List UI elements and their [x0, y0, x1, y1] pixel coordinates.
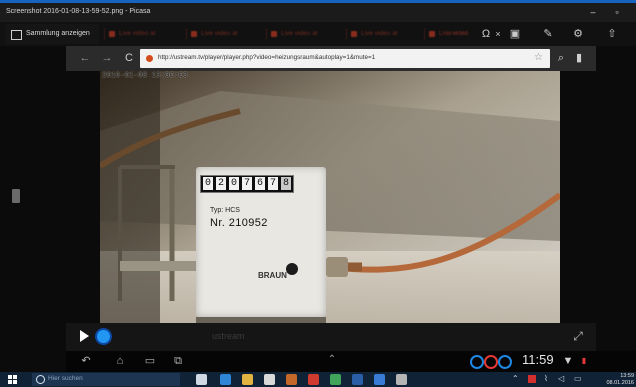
tray-clock[interactable]: 13:59 08.01.2016: [606, 373, 634, 386]
window-titlebar: Screenshot 2016-01-08-13-59-52.png - Pic…: [0, 3, 636, 22]
tab-favicon-icon: [351, 31, 357, 37]
tab-live-video-6[interactable]: Live vid: [432, 28, 472, 40]
calculator-icon[interactable]: [374, 374, 385, 385]
search-placeholder: Hier suchen: [48, 375, 83, 382]
meter-model: Typ: HCS: [210, 207, 240, 214]
meter-digit: 0: [203, 177, 213, 190]
tab-favicon-icon: [109, 31, 115, 37]
tab-label: Live video at: [281, 30, 318, 37]
maps-icon[interactable]: [330, 374, 341, 385]
paint-icon[interactable]: [286, 374, 297, 385]
meter-digit: 6: [255, 177, 265, 190]
meter-digit: 0: [229, 177, 239, 190]
tab-label: Live vid: [446, 30, 469, 37]
gallery-icon: [11, 30, 22, 40]
mail-icon[interactable]: [352, 374, 363, 385]
url-text: http://ustream.tv/player/player.php?vide…: [158, 54, 376, 61]
video-frame[interactable]: 2016-01-08 13:00:03 0 2 0 7 6 7 8 Typ: H…: [100, 71, 560, 323]
star-icon[interactable]: ☆: [534, 52, 546, 64]
settings-icon[interactable]: ⚙: [570, 26, 586, 42]
tab-favicon-icon: [271, 31, 277, 37]
meter-digit: 7: [268, 177, 278, 190]
pencil-icon[interactable]: ✎: [540, 26, 556, 42]
tab-live-video-4[interactable]: Live video at: [346, 28, 419, 40]
chevron-up-icon[interactable]: ⌃: [512, 374, 520, 384]
ustream-watermark: ustream: [212, 331, 245, 341]
volume-icon[interactable]: ◁: [558, 374, 566, 384]
forward-arrow-icon[interactable]: →: [100, 51, 114, 65]
tab-label: Live video at: [119, 30, 156, 37]
home-icon[interactable]: ⌂: [112, 354, 128, 368]
maximize-icon[interactable]: ▫: [608, 5, 626, 19]
meter-digit: 7: [242, 177, 252, 190]
browser-navbar: ← → C http://ustream.tv/player/player.ph…: [66, 46, 596, 71]
tab-live-video-1[interactable]: Live video at: [104, 28, 177, 40]
progress-knob[interactable]: [97, 330, 110, 343]
video-controls: ustream ⤢: [66, 323, 596, 351]
notification-icon: [470, 355, 484, 369]
tab-favicon-icon: [191, 31, 197, 37]
action-center-icon[interactable]: ▭: [574, 374, 582, 384]
play-icon[interactable]: [80, 330, 89, 342]
url-bar[interactable]: http://ustream.tv/player/player.php?vide…: [140, 49, 550, 68]
meter-brand: BRAUN: [258, 271, 287, 280]
taskbar-search[interactable]: Hier suchen: [32, 373, 180, 386]
webcam-image: [100, 71, 560, 323]
tray-app-icon[interactable]: [528, 375, 536, 383]
tab-label: Live video at: [201, 30, 238, 37]
recent-apps-icon[interactable]: ▭: [142, 354, 158, 368]
back-arrow-icon[interactable]: ←: [78, 51, 92, 65]
edge-icon[interactable]: [220, 374, 231, 385]
meter-digit: 2: [216, 177, 226, 190]
meter-serial: Nr. 210952: [210, 217, 268, 229]
windows-taskbar: Hier suchen ⌃ ⌇ ◁ ▭ 13:59 08.01.2016: [0, 372, 636, 387]
system-bar: ↶ ⌂ ▭ ⧉ ⌃ 11:59 ▼ ▮: [66, 351, 636, 372]
video-timestamp: 2016-01-08 13:00:03: [102, 72, 188, 80]
meter-digit: 8: [281, 177, 291, 190]
store-icon[interactable]: [264, 374, 275, 385]
notification-icon: [484, 355, 498, 369]
site-favicon-icon: [146, 55, 153, 62]
task-view-icon[interactable]: [196, 374, 207, 385]
reload-icon[interactable]: C: [122, 51, 136, 65]
chevron-up-icon[interactable]: ⌃: [324, 353, 340, 367]
tab-active[interactable]: Sammlung anzeigen: [5, 24, 99, 44]
heat-meter: 0 2 0 7 6 7 8 Typ: HCS Nr. 210952 BRAUN: [196, 167, 326, 317]
screenshot-icon[interactable]: ⧉: [170, 354, 186, 368]
wifi-icon: ▼: [562, 355, 574, 367]
chrome-icon[interactable]: [308, 374, 319, 385]
bookmark-icon[interactable]: ▮: [572, 51, 586, 65]
notification-icon: [498, 355, 512, 369]
side-panel-handle[interactable]: [12, 189, 20, 203]
minimize-icon[interactable]: –: [584, 5, 602, 19]
back-icon[interactable]: ↶: [78, 354, 94, 368]
taskbar-apps: [196, 372, 426, 387]
fullscreen-icon[interactable]: ⤢: [571, 329, 585, 343]
brand-logo-icon: [286, 263, 298, 275]
system-clock: 11:59: [522, 352, 554, 367]
search-icon[interactable]: ⌕: [554, 51, 568, 65]
tab-label: Live video at: [361, 30, 398, 37]
tab-live-video-2[interactable]: Live video at: [186, 28, 259, 40]
search-icon: [36, 375, 45, 384]
meter-counter: 0 2 0 7 6 7 8: [200, 175, 294, 193]
battery-icon: ▮: [581, 356, 587, 365]
windows-start-icon[interactable]: [8, 375, 17, 384]
close-icon[interactable]: ×: [490, 26, 506, 42]
photo-icon[interactable]: ▣: [507, 26, 523, 42]
picasa-icon[interactable]: [396, 374, 407, 385]
tab-live-video-3[interactable]: Live video at: [266, 28, 339, 40]
tab-active-label: Sammlung anzeigen: [26, 30, 90, 37]
share-icon[interactable]: ⇧: [604, 26, 620, 42]
network-icon[interactable]: ⌇: [544, 374, 552, 384]
window-title: Screenshot 2016-01-08-13-59-52.png - Pic…: [6, 8, 151, 15]
explorer-icon[interactable]: [242, 374, 253, 385]
tray-date: 08.01.2016: [606, 379, 634, 386]
